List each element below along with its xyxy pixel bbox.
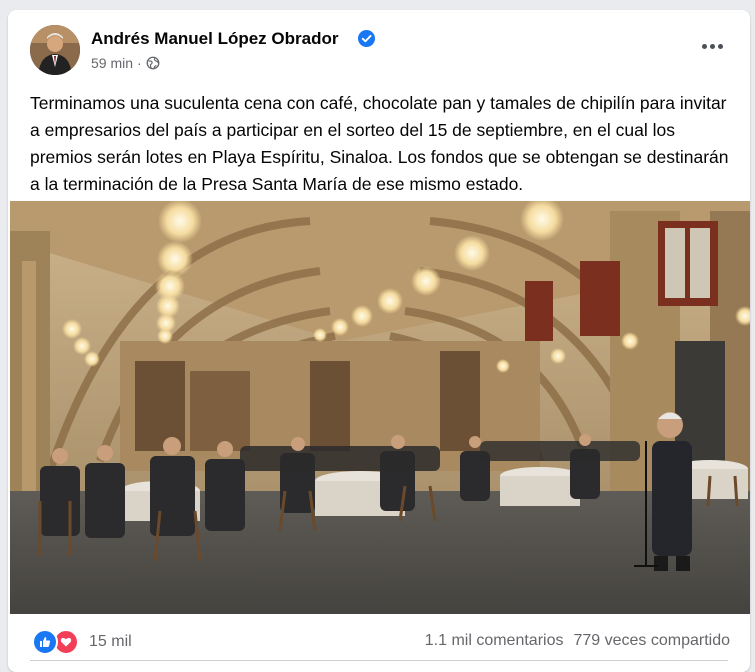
- post-stats: 15 mil 1.1 mil comentarios 779 veces com…: [8, 624, 750, 660]
- reaction-count[interactable]: 15 mil: [89, 633, 132, 651]
- stats-divider: [30, 660, 728, 661]
- engagement-counts: 1.1 mil comentarios 779 veces compartido: [425, 632, 730, 650]
- like-reaction-icon: [32, 629, 58, 655]
- post-text: Terminamos una suculenta cena con café, …: [30, 93, 729, 194]
- post-timestamp[interactable]: 59 min: [91, 55, 133, 71]
- verified-badge-icon: [358, 30, 375, 47]
- more-options-icon[interactable]: [698, 36, 726, 56]
- post-header: Andrés Manuel López Obrador 59 min ·: [8, 10, 750, 80]
- author-name[interactable]: Andrés Manuel López Obrador: [91, 29, 338, 49]
- post-meta: 59 min ·: [91, 55, 160, 71]
- shares-count-link[interactable]: 779 veces compartido: [573, 632, 730, 650]
- globe-icon[interactable]: [146, 56, 160, 70]
- meta-separator: ·: [137, 55, 142, 71]
- post-card: Andrés Manuel López Obrador 59 min · Ter…: [8, 10, 750, 672]
- post-photo[interactable]: [10, 201, 750, 614]
- event-photo-illustration: [10, 201, 750, 614]
- reactions-summary[interactable]: 15 mil: [32, 629, 132, 655]
- author-avatar[interactable]: [30, 25, 80, 75]
- comments-count-link[interactable]: 1.1 mil comentarios: [425, 632, 564, 650]
